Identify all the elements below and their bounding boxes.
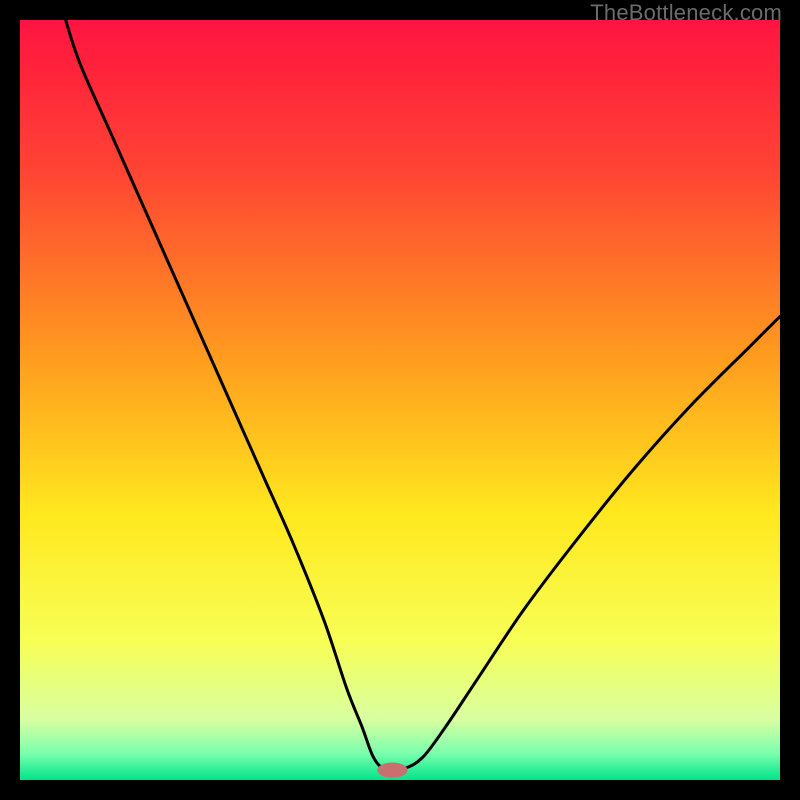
chart-frame	[20, 20, 780, 780]
minimum-marker	[377, 763, 407, 778]
chart-svg	[20, 20, 780, 780]
watermark-text: TheBottleneck.com	[590, 0, 782, 26]
gradient-background	[20, 20, 780, 780]
